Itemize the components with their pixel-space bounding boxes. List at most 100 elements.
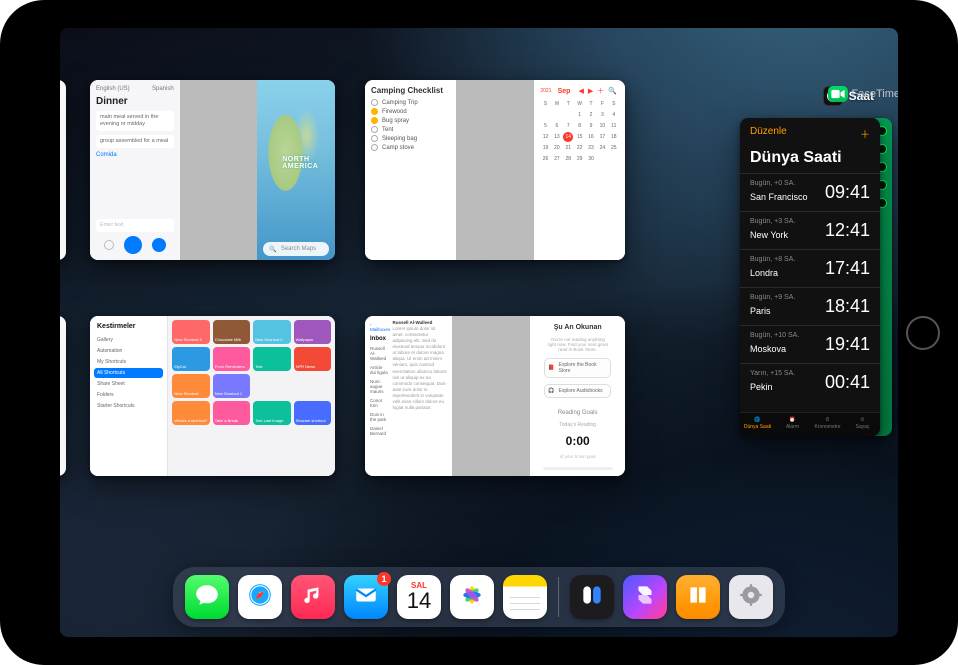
- clock-tab[interactable]: 🌐Dünya Saati: [740, 417, 775, 430]
- cal-day[interactable]: 27: [552, 154, 562, 164]
- shortcuts-grid[interactable]: New Shortcut 3Chocolate MilkNew Shortcut…: [168, 316, 335, 476]
- cal-day[interactable]: 26: [540, 154, 550, 164]
- clock-row[interactable]: Bugün, +8 SA.Londra17:41: [740, 249, 880, 287]
- cal-day[interactable]: 28: [563, 154, 573, 164]
- notes-item[interactable]: Bug spray: [371, 117, 450, 124]
- shortcut-tile[interactable]: MyCal: [172, 347, 209, 371]
- cal-day[interactable]: 14: [563, 132, 573, 142]
- shortcut-tile[interactable]: NPR News: [294, 347, 331, 371]
- mail-list[interactable]: ‹ MailboxesInboxRussell Al-WalleedArticl…: [369, 320, 389, 472]
- shortcut-tile[interactable]: What's a shortcut?: [172, 401, 209, 425]
- cal-day[interactable]: 18: [609, 132, 619, 142]
- cal-tool[interactable]: ＋: [597, 88, 604, 95]
- maps-pane[interactable]: NORTH AMERICA 🔍 Search Maps: [257, 80, 335, 260]
- mail-message[interactable]: Russell Al-Walleed: [369, 344, 389, 363]
- clock-edit-button[interactable]: Düzenle: [750, 126, 787, 141]
- conversation-icon[interactable]: [104, 240, 114, 250]
- cal-day[interactable]: 23: [586, 143, 596, 153]
- home-button[interactable]: [906, 316, 940, 350]
- cal-day[interactable]: 29: [574, 154, 584, 164]
- clock-tabs[interactable]: 🌐Dünya Saati⏰Alarm⏱Kronometre⏲Sayaç: [740, 412, 880, 436]
- dock-app-notes[interactable]: [503, 575, 547, 619]
- src-lang[interactable]: English (US): [96, 86, 130, 92]
- play-button[interactable]: [152, 238, 166, 252]
- cal-day[interactable]: 11: [609, 121, 619, 131]
- clock-row[interactable]: Yarın, +15 SA.Pekin00:41: [740, 363, 880, 401]
- mail-back[interactable]: ‹ Mailboxes: [369, 320, 389, 334]
- shortcut-tile[interactable]: Chocolate Milk: [213, 320, 250, 344]
- dst-lang[interactable]: Spanish: [152, 86, 174, 92]
- cal-day[interactable]: 4: [609, 110, 619, 120]
- clock-row[interactable]: Bugün, +0 SA.San Francisco09:41: [740, 173, 880, 211]
- shortcut-tile[interactable]: Shazam shortcut: [294, 401, 331, 425]
- mail-message[interactable]: Duis in the park: [369, 410, 389, 424]
- cal-day[interactable]: 9: [586, 121, 596, 131]
- maps-search[interactable]: 🔍 Search Maps: [263, 242, 329, 256]
- notes-item[interactable]: Firewood: [371, 108, 450, 115]
- notes-item[interactable]: Camping Trip: [371, 99, 450, 106]
- checkbox-icon[interactable]: [371, 117, 378, 124]
- cal-day[interactable]: 13: [552, 132, 562, 142]
- shortcut-tile[interactable]: New Shortcut: [172, 374, 209, 398]
- dock-app-music[interactable]: [291, 575, 335, 619]
- shortcuts-side-item[interactable]: Folders: [94, 390, 163, 400]
- shortcuts-side-item[interactable]: Automation: [94, 346, 163, 356]
- mail-message[interactable]: Nunc augue mauris: [369, 377, 389, 396]
- shortcuts-side-item[interactable]: Gallery: [94, 335, 163, 345]
- cal-day[interactable]: 3: [597, 110, 607, 120]
- cal-day[interactable]: 16: [586, 132, 596, 142]
- cal-day[interactable]: 8: [574, 121, 584, 131]
- books-store-button[interactable]: 📕Explore the Book Store: [544, 358, 611, 378]
- mic-button[interactable]: [124, 236, 142, 254]
- clock-row[interactable]: Bugün, +10 SA.Moskova19:41: [740, 325, 880, 363]
- shortcuts-side-item[interactable]: All Shortcuts: [94, 368, 163, 378]
- peek-card-top[interactable]: [60, 80, 66, 260]
- checkbox-icon[interactable]: [371, 144, 378, 151]
- shortcut-tile[interactable]: New Shortcut 1: [213, 374, 250, 398]
- cal-day[interactable]: 17: [597, 132, 607, 142]
- dock-app-calendar[interactable]: SAL14: [397, 575, 441, 619]
- cal-tool[interactable]: ▶: [588, 88, 593, 95]
- cal-day[interactable]: 15: [574, 132, 584, 142]
- dock-app-mail[interactable]: 1: [344, 575, 388, 619]
- dock[interactable]: 1SAL14: [173, 567, 785, 627]
- shortcut-tile[interactable]: Text Last Image: [253, 401, 290, 425]
- shortcuts-side-item[interactable]: My Shortcuts: [94, 357, 163, 367]
- switcher-card-clock[interactable]: Düzenle ＋ Dünya Saati Bugün, +0 SA.San F…: [740, 118, 880, 436]
- switcher-card-shortcuts[interactable]: Kestirmeler KestirmelerGalleryAutomation…: [90, 316, 335, 476]
- shortcut-tile[interactable]: Wallpaper: [294, 320, 331, 344]
- notes-item[interactable]: Tent: [371, 126, 450, 133]
- clock-row[interactable]: Bugün, +3 SA.New York12:41: [740, 211, 880, 249]
- dock-app-messages[interactable]: [185, 575, 229, 619]
- cal-day[interactable]: 22: [574, 143, 584, 153]
- books-audio-button[interactable]: 🎧Explore Audiobooks: [544, 384, 611, 398]
- cal-day[interactable]: 24: [597, 143, 607, 153]
- dock-app-settings[interactable]: [729, 575, 773, 619]
- checkbox-icon[interactable]: [371, 126, 378, 133]
- shortcut-tile[interactable]: [253, 374, 290, 398]
- dock-app-photos[interactable]: [450, 575, 494, 619]
- checkbox-icon[interactable]: [371, 108, 378, 115]
- shortcut-tile[interactable]: New Shortcut 2: [253, 320, 290, 344]
- shortcut-tile[interactable]: Test: [253, 347, 290, 371]
- cal-tool[interactable]: 🔍: [608, 88, 617, 95]
- cal-day[interactable]: 25: [609, 143, 619, 153]
- shortcut-tile[interactable]: [294, 374, 331, 398]
- clock-tab[interactable]: ⏱Kronometre: [810, 417, 845, 430]
- checkbox-icon[interactable]: [371, 135, 378, 142]
- cal-day[interactable]: 19: [540, 143, 550, 153]
- switcher-card-translate-maps[interactable]: Çeviri Harita English (US) Spanish Dinne…: [90, 80, 335, 260]
- notes-item[interactable]: Sleeping bag: [371, 135, 450, 142]
- dock-app-shortcuts[interactable]: [623, 575, 667, 619]
- dock-app-translate[interactable]: [570, 575, 614, 619]
- clock-row[interactable]: Bugün, +9 SA.Paris18:41: [740, 287, 880, 325]
- translate-input[interactable]: Enter text: [96, 219, 174, 232]
- mail-message[interactable]: Conor Kim: [369, 396, 389, 410]
- cal-day[interactable]: 12: [540, 132, 550, 142]
- switcher-card-notes-calendar[interactable]: Notlar Camping Ch... 14 Takvim Eylül 202…: [365, 80, 625, 260]
- shortcut-tile[interactable]: New Shortcut 3: [172, 320, 209, 344]
- clock-tab[interactable]: ⏰Alarm: [775, 417, 810, 430]
- cal-day[interactable]: 20: [552, 143, 562, 153]
- mail-message[interactable]: Article dui ligula: [369, 363, 389, 377]
- shortcuts-side-item[interactable]: Starter Shortcuts: [94, 401, 163, 411]
